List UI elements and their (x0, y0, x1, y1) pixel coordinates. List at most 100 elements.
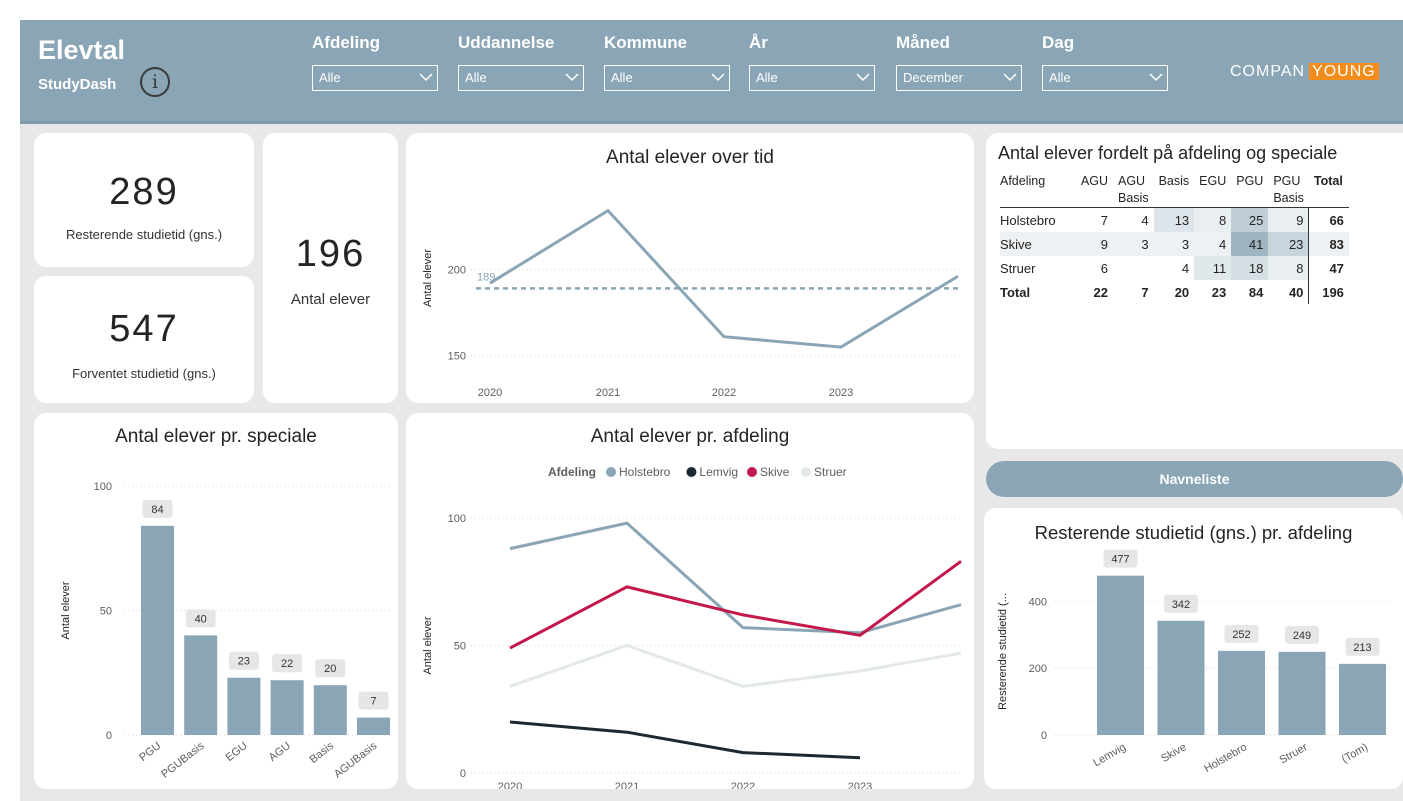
bar (184, 635, 218, 735)
matrix-row-header: Holstebro (1000, 212, 1056, 228)
y-tick-label: 0 (1041, 730, 1047, 742)
x-tick-label: PGU (137, 740, 163, 764)
x-tick-label: 2023 (848, 781, 872, 789)
matrix-cell: 83 (1308, 232, 1349, 256)
matrix-row-header: Skive (1000, 232, 1075, 256)
filter-dropdown-uddannelse[interactable]: Alle (458, 65, 584, 91)
filter-dropdown-maaned[interactable]: December (896, 65, 1022, 91)
filter-label: Måned (896, 33, 950, 52)
y-tick-label: 150 (448, 351, 466, 363)
filter-dropdown-afdeling[interactable]: Alle (312, 65, 438, 91)
x-tick-label: AGUBasis (332, 740, 380, 781)
matrix-cell: 66 (1308, 207, 1349, 232)
matrix-cell: 4 (1181, 260, 1190, 276)
info-icon[interactable]: i (140, 67, 170, 97)
chevron-down-icon (1149, 73, 1163, 82)
y-axis-label: Antal elever (422, 616, 434, 674)
bar-chart-per-speciale: 0 50 100 Antal elever 84 PGU 40 PGUBasis 23 EGU 22… (60, 481, 390, 781)
legend-label: Lemvig (699, 465, 738, 479)
y-tick-label: 0 (106, 730, 112, 742)
x-tick-label: Lemvig (1091, 741, 1128, 769)
bar (227, 677, 261, 735)
filter-afdeling: Afdeling Alle (312, 33, 438, 91)
bar (141, 525, 174, 735)
chevron-down-icon (565, 73, 579, 82)
filter-label: Dag (1042, 33, 1075, 52)
y-tick-label: 0 (460, 768, 466, 780)
chevron-down-icon (1003, 73, 1017, 82)
chevron-down-icon (856, 73, 870, 82)
series-line-struer (509, 643, 962, 688)
matrix-cell: 22 (1093, 284, 1108, 300)
filter-dropdown-kommune[interactable]: Alle (604, 65, 730, 91)
matrix-cell: 13 (1153, 207, 1195, 232)
matrix-row: Holstebro 7 4 13 8 25 9 66 (1000, 207, 1349, 232)
matrix-cell: 18 (1231, 256, 1269, 280)
chart-card-rest-per-afdeling: Resterende studietid (gns.) pr. afdeling… (984, 508, 1403, 789)
matrix-cell: 3 (1113, 232, 1154, 256)
matrix-column-header: Total (1313, 174, 1343, 188)
x-tick-label: Struer (1278, 741, 1310, 767)
legend-label: Skive (760, 465, 790, 479)
data-label: 84 (151, 504, 163, 516)
filter-label: Afdeling (312, 33, 380, 52)
kpi-value: 196 (295, 233, 366, 275)
filter-value: Alle (1049, 70, 1071, 85)
x-tick-label: EGU (224, 740, 250, 764)
matrix-cell: 4 (1194, 232, 1232, 256)
app-subtitle: StudyDash (38, 76, 117, 93)
bar (1157, 620, 1205, 735)
matrix-header-row: Afdeling AGU AGU Basis Basis EGU PGU PGU… (1000, 171, 1349, 208)
matrix-cell: 25 (1231, 207, 1269, 232)
series-line-skive (509, 560, 962, 650)
matrix-column-header: AGU Basis (1118, 174, 1149, 205)
navneliste-button[interactable]: Navneliste (986, 461, 1403, 497)
filter-dropdown-dag[interactable]: Alle (1042, 65, 1168, 91)
line-chart-per-afdeling: 0 50 100 Antal elever 2020 2021 2022 2023 Afdeli… (422, 465, 962, 789)
y-tick-label: 400 (1029, 596, 1047, 608)
x-tick-label: 2022 (712, 387, 736, 399)
x-tick-label: Holstebro (1202, 741, 1249, 775)
x-tick-label: 2020 (498, 781, 522, 789)
matrix-column-header: EGU (1199, 174, 1227, 188)
filter-dropdown-aar[interactable]: Alle (749, 65, 875, 91)
y-tick-label: 50 (100, 606, 112, 618)
matrix-cell: 9 (1075, 232, 1113, 256)
matrix-cell: 8 (1268, 256, 1309, 280)
matrix-table: Afdeling AGU AGU Basis Basis EGU PGU PGU… (1000, 171, 1349, 304)
filter-label: Kommune (604, 33, 688, 52)
matrix-row: Total 22 7 20 23 84 40 196 (1000, 280, 1349, 304)
chart-card-per-speciale: Antal elever pr. speciale 0 50 100 Antal el… (34, 413, 398, 789)
filter-value: Alle (465, 70, 487, 85)
chevron-down-icon (711, 73, 725, 82)
matrix-cell: 7 (1141, 284, 1149, 300)
chart-card-over-time: Antal elever over tid 150 200 Antal elever… (406, 133, 974, 403)
data-label: 40 (195, 613, 207, 625)
data-label: 20 (324, 663, 336, 675)
bar (1339, 663, 1386, 735)
filter-uddannelse: Uddannelse Alle (458, 33, 584, 91)
report-canvas: Elevtal StudyDash i Afdeling Alle Uddann… (20, 20, 1403, 801)
filter-value: Alle (756, 70, 778, 85)
matrix-column-header: PGU (1236, 174, 1264, 188)
matrix-cell: 11 (1194, 256, 1232, 280)
x-tick-label: PGUBasis (159, 740, 207, 781)
matrix-column-header: PGU Basis (1273, 174, 1304, 205)
matrix-column-header: Basis (1158, 174, 1190, 188)
data-label: 477 (1111, 554, 1129, 566)
y-axis-label: Antal elever (422, 249, 434, 307)
matrix-row: Struer 6 4 11 18 8 47 (1000, 256, 1349, 280)
kpi-value: 547 (109, 308, 179, 350)
legend-marker (747, 467, 757, 477)
matrix-cell: 3 (1153, 232, 1195, 256)
x-tick-label: 2021 (596, 387, 620, 399)
matrix-column-header: Afdeling (1000, 174, 1046, 188)
bar (357, 717, 390, 735)
filter-label: År (749, 33, 768, 52)
data-label: 342 (1172, 599, 1190, 611)
legend-title: Afdeling (548, 465, 596, 479)
data-label: 22 (281, 658, 293, 670)
x-tick-label: Skive (1159, 741, 1188, 765)
matrix-cell: 196 (1308, 280, 1349, 304)
kpi-value: 289 (109, 171, 179, 213)
